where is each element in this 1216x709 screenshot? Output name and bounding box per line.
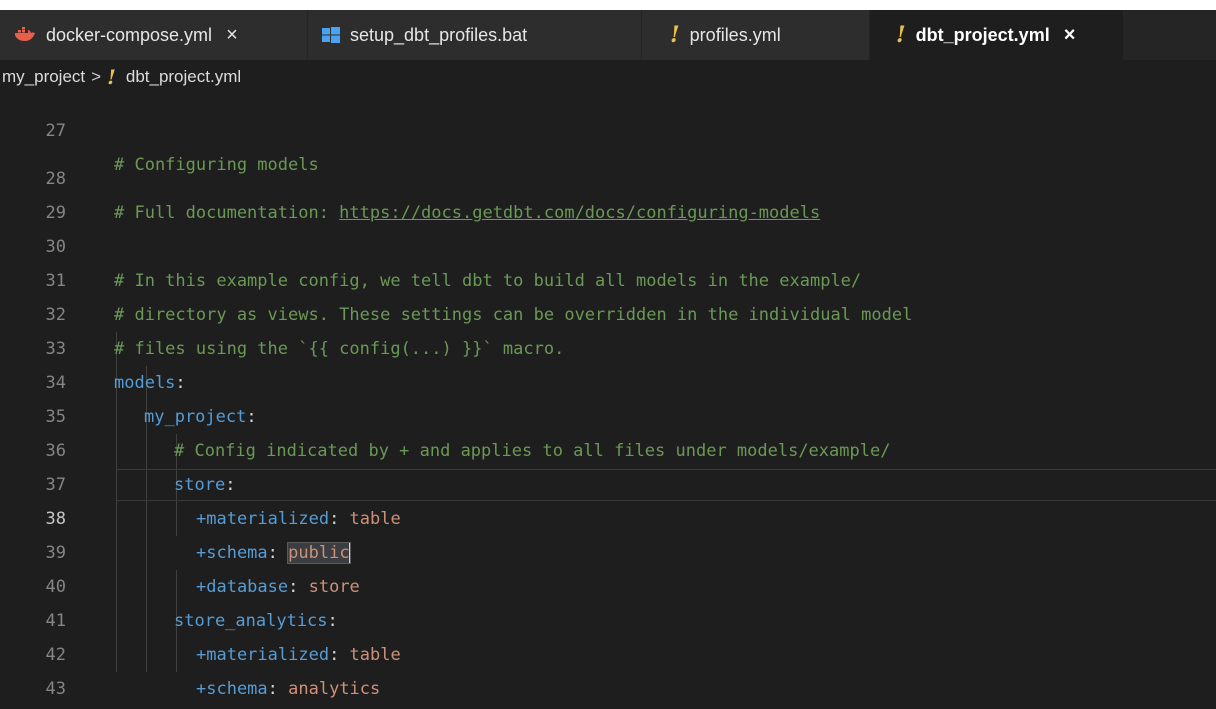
tab-dbt-project-yml[interactable]: ! dbt_project.yml × [870,10,1124,60]
yaml-colon: : [267,679,289,699]
code-line: 27 # Configuring models [0,94,1216,175]
breadcrumb-folder[interactable]: my_project [2,67,85,87]
tab-label: setup_dbt_profiles.bat [350,24,528,45]
code-editor-window: docker-compose.yml × setup_dbt_profiles.… [0,0,1216,709]
breadcrumb: my_project > ! dbt_project.yml [0,60,1216,94]
code-line: 35 # Config indicated by + and applies t… [0,366,1216,461]
tab-label: profiles.yml [689,24,781,45]
code-line: 40 store_analytics: [0,536,1216,631]
yaml-exclamation-icon: ! [107,65,116,89]
tab-profiles-yml[interactable]: ! profiles.yml [642,10,870,60]
tab-setup-dbt-profiles[interactable]: setup_dbt_profiles.bat [308,10,642,60]
code-line: 28 # Full documentation: https://docs.ge… [0,128,1216,223]
code-line: 32 # files using the `{{ config(...) }}`… [0,264,1216,359]
code-line: 37 +materialized: table [0,434,1216,529]
code-line: 31 # directory as views. These settings … [0,230,1216,325]
close-icon[interactable]: × [1064,24,1076,47]
code-line: 29 [0,162,1216,223]
code-line: 30 # In this example config, we tell dbt… [0,196,1216,291]
windows-icon [322,27,340,43]
code-line: 34 my_project: [0,332,1216,427]
breadcrumb-separator: > [91,67,102,86]
code-line: 36 store: [0,400,1216,495]
yaml-key: +schema [196,679,268,699]
code-line: 42 +schema: analytics [0,604,1216,699]
code-editor[interactable]: 27 # Configuring models 28 # Full docume… [0,94,1216,709]
breadcrumb-file[interactable]: dbt_project.yml [126,67,241,87]
tab-label: dbt_project.yml [915,24,1050,45]
tab-label: docker-compose.yml [46,24,213,45]
code-line: 41 +materialized: table [0,570,1216,665]
code-line: 33 models: [0,298,1216,393]
tab-docker-compose[interactable]: docker-compose.yml × [0,10,308,60]
yaml-value: analytics [288,679,381,699]
yaml-exclamation-icon: ! [670,22,680,48]
code-line-current: 38 +schema: public [0,468,1216,564]
close-icon[interactable]: × [226,24,238,47]
code-line: 39 +database: store [0,502,1216,597]
line-number: 43 [45,679,66,699]
code-line: 43 +database: store [0,638,1216,699]
top-strip [0,0,1216,10]
yaml-exclamation-icon: ! [896,22,906,48]
tab-bar: docker-compose.yml × setup_dbt_profiles.… [0,10,1216,60]
docker-icon [14,27,36,43]
